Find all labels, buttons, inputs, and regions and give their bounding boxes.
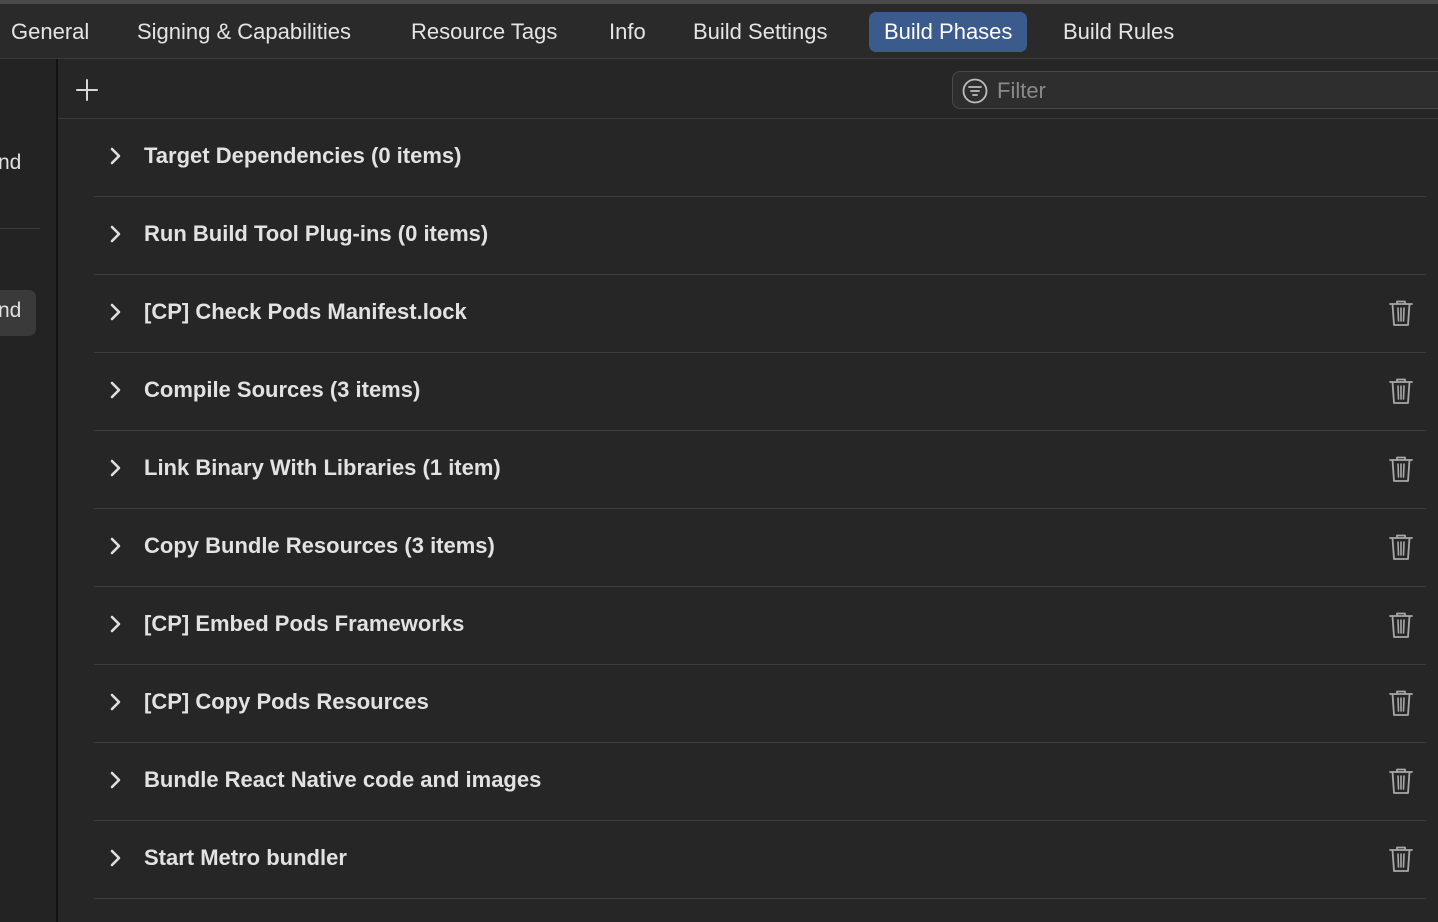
build-phases-editor: Target Dependencies (0 items) Run Build … [58,59,1438,922]
build-phase-row-9[interactable]: Bundle React Native code and images [94,743,1426,821]
trash-icon[interactable] [1388,767,1414,795]
tab-info[interactable]: Info [594,12,661,52]
chevron-right-icon[interactable] [108,224,124,244]
trash-icon[interactable] [1388,455,1414,483]
trash-icon[interactable] [1388,533,1414,561]
build-phase-title: Bundle React Native code and images [144,767,542,792]
build-phases-list: Target Dependencies (0 items) Run Build … [94,119,1426,899]
build-phase-row-4[interactable]: Compile Sources (3 items) [94,353,1426,431]
trash-icon[interactable] [1388,689,1414,717]
filter-input[interactable] [995,75,1438,107]
build-phase-title: [CP] Check Pods Manifest.lock [144,299,467,324]
build-phase-row-3[interactable]: [CP] Check Pods Manifest.lock [94,275,1426,353]
chevron-right-icon[interactable] [108,146,124,166]
sidebar-item-target-selected[interactable]: nd [0,299,21,323]
trash-icon[interactable] [1388,377,1414,405]
editor-tab-bar: General Signing & Capabilities Resource … [0,0,1438,59]
build-phase-row-8[interactable]: [CP] Copy Pods Resources [94,665,1426,743]
build-phase-title: Start Metro bundler [144,845,347,870]
build-phase-row-1[interactable]: Target Dependencies (0 items) [94,119,1426,197]
plus-icon [76,79,98,101]
chevron-right-icon[interactable] [108,692,124,712]
trash-icon[interactable] [1388,299,1414,327]
build-phases-toolbar [58,59,1438,119]
build-phase-title: Compile Sources (3 items) [144,377,421,402]
build-phase-title: Copy Bundle Resources (3 items) [144,533,495,558]
build-phase-title: Link Binary With Libraries (1 item) [144,455,501,480]
sidebar-divider [0,228,40,229]
filter-circle-icon [962,78,988,104]
tab-build-rules[interactable]: Build Rules [1048,12,1189,52]
tab-general[interactable]: General [0,12,104,52]
targets-sidebar: nd nd [0,59,58,922]
tab-resource-tags[interactable]: Resource Tags [396,12,572,52]
add-build-phase-button[interactable] [72,75,102,105]
trash-icon[interactable] [1388,611,1414,639]
build-phase-row-7[interactable]: [CP] Embed Pods Frameworks [94,587,1426,665]
build-phase-row-10[interactable]: Start Metro bundler [94,821,1426,899]
build-phase-title: [CP] Copy Pods Resources [144,689,429,714]
build-phase-title: Target Dependencies (0 items) [144,143,462,168]
tab-build-phases[interactable]: Build Phases [869,12,1028,52]
chevron-right-icon[interactable] [108,380,124,400]
chevron-right-icon[interactable] [108,302,124,322]
trash-icon[interactable] [1388,845,1414,873]
chevron-right-icon[interactable] [108,458,124,478]
tab-build-settings[interactable]: Build Settings [678,12,843,52]
build-phase-row-6[interactable]: Copy Bundle Resources (3 items) [94,509,1426,587]
build-phase-row-5[interactable]: Link Binary With Libraries (1 item) [94,431,1426,509]
chevron-right-icon[interactable] [108,848,124,868]
sidebar-item-project[interactable]: nd [0,151,21,175]
chevron-right-icon[interactable] [108,770,124,790]
filter-field[interactable] [952,71,1438,109]
build-phase-title: Run Build Tool Plug-ins (0 items) [144,221,489,246]
build-phase-title: [CP] Embed Pods Frameworks [144,611,465,636]
chevron-right-icon[interactable] [108,536,124,556]
tab-signing-capabilities[interactable]: Signing & Capabilities [122,12,366,52]
chevron-right-icon[interactable] [108,614,124,634]
build-phase-row-2[interactable]: Run Build Tool Plug-ins (0 items) [94,197,1426,275]
